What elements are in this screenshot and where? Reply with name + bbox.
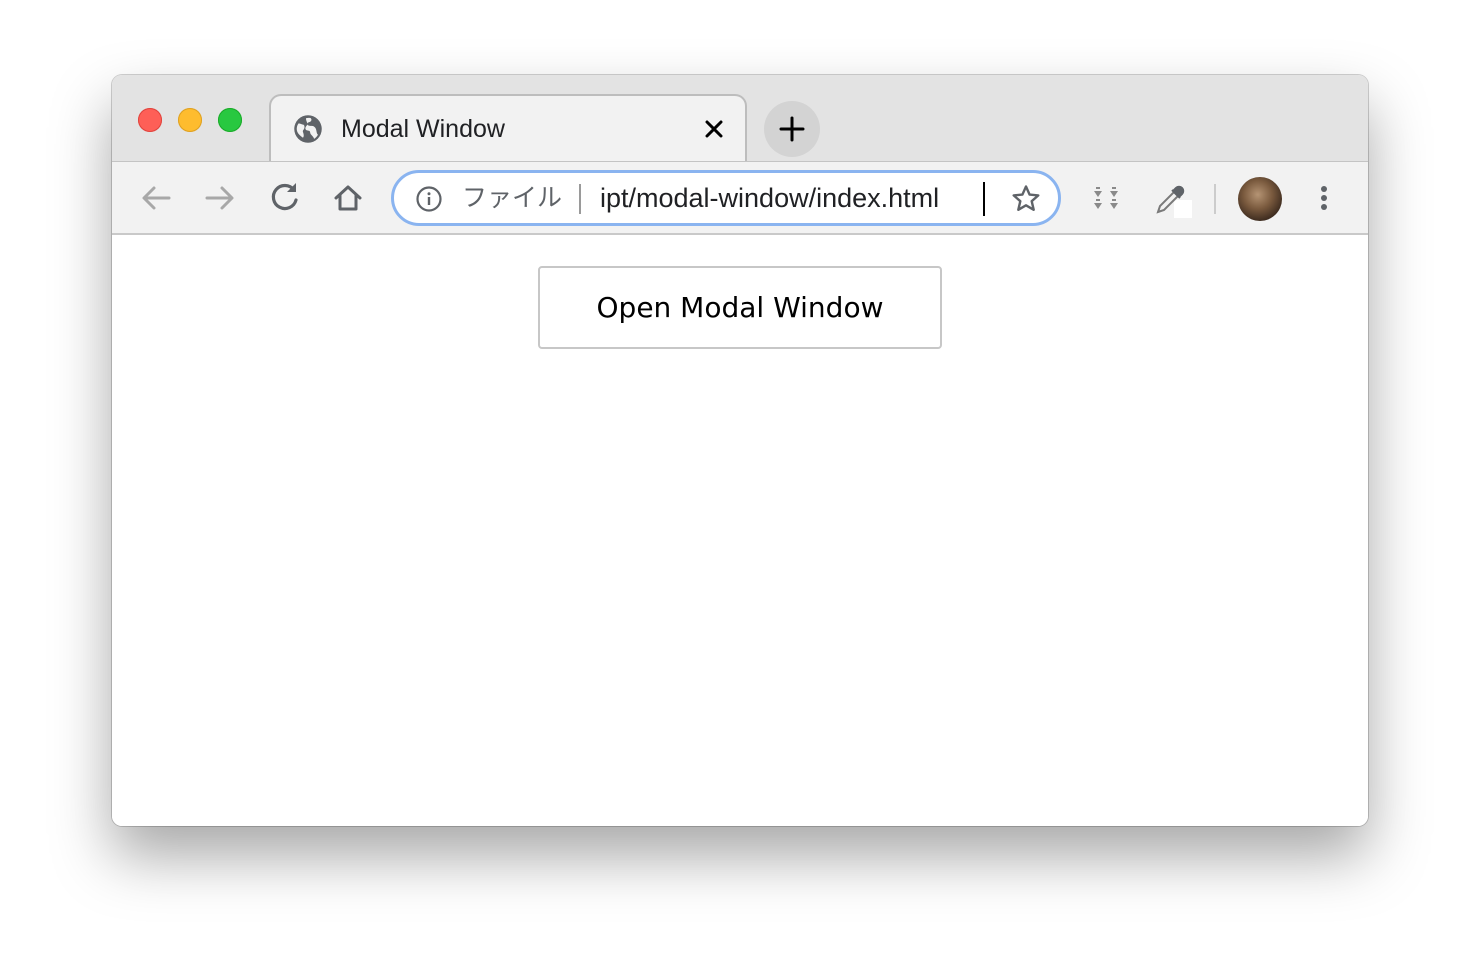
more-vert-icon[interactable] — [1304, 178, 1344, 218]
minimize-window-button[interactable] — [178, 108, 202, 132]
scheme-chip: ファイル — [462, 183, 563, 212]
reload-icon[interactable] — [264, 178, 304, 218]
star-icon[interactable] — [1010, 183, 1042, 215]
new-tab-button[interactable] — [764, 101, 820, 157]
open-modal-button[interactable]: Open Modal Window — [538, 266, 942, 349]
plus-icon — [779, 116, 805, 142]
zoom-window-button[interactable] — [218, 108, 242, 132]
close-icon[interactable] — [699, 114, 729, 144]
url-text[interactable]: ipt/modal-window/index.html — [600, 182, 939, 214]
text-caret — [983, 182, 985, 216]
page-content: Open Modal Window — [112, 235, 1368, 826]
arrow-right-icon[interactable] — [200, 178, 240, 218]
toolbar-divider — [1214, 184, 1216, 214]
close-window-button[interactable] — [138, 108, 162, 132]
extension-icon[interactable] — [1086, 178, 1126, 218]
browser-window: Modal Window ファイル ipt/modal-window/index… — [112, 75, 1368, 826]
globe-icon — [293, 114, 323, 144]
toolbar: ファイル ipt/modal-window/index.html — [112, 161, 1368, 235]
tab-title: Modal Window — [341, 115, 505, 143]
eyedropper-icon[interactable] — [1152, 178, 1198, 224]
avatar[interactable] — [1238, 177, 1282, 221]
arrow-left-icon[interactable] — [136, 178, 176, 218]
omnibox-divider — [579, 184, 581, 214]
tab-modal-window[interactable]: Modal Window — [269, 94, 747, 161]
home-icon[interactable] — [328, 178, 368, 218]
title-bar: Modal Window — [112, 75, 1368, 161]
info-icon[interactable] — [416, 186, 442, 212]
address-bar[interactable]: ファイル ipt/modal-window/index.html — [391, 170, 1061, 226]
